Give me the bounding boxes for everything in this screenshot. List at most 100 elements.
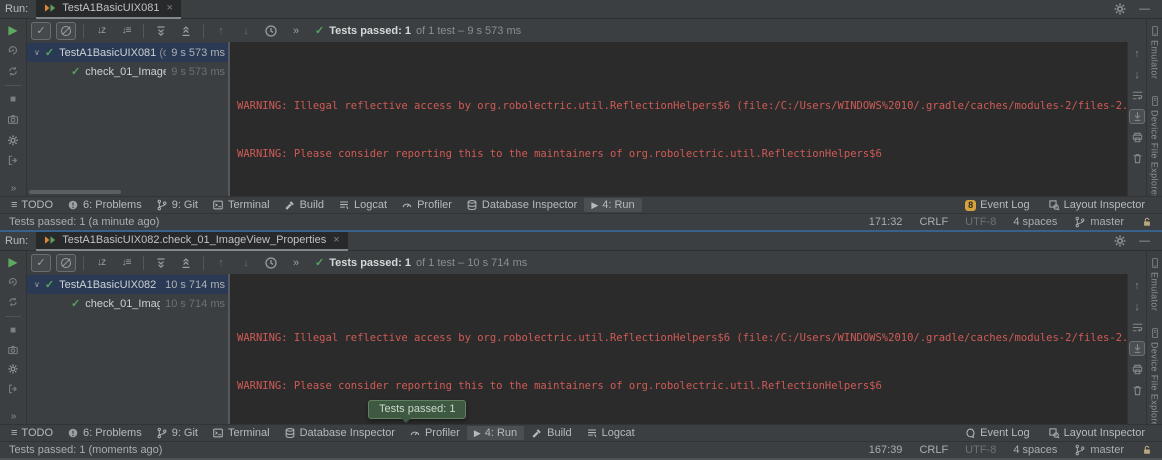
toolwindow-button-terminal[interactable]: Terminal — [205, 198, 277, 212]
toolwindow-tab-emulator[interactable]: Emulator — [1149, 25, 1161, 79]
sort-by-duration-button[interactable]: ↓≡ — [116, 22, 136, 40]
show-ignored-button[interactable] — [56, 22, 76, 40]
line-separator[interactable]: CRLF — [919, 444, 948, 456]
git-branch-widget[interactable]: master — [1074, 444, 1124, 456]
rerun-tests-button[interactable]: ▶ — [8, 24, 17, 36]
test-tree-root-row[interactable]: ∨ ✓ TestA1BasicUIX082 (org.aplas.basica … — [27, 275, 228, 294]
clear-all-button[interactable] — [1129, 151, 1145, 166]
file-encoding[interactable]: UTF-8 — [965, 216, 996, 228]
tree-horizontal-scrollbar[interactable] — [29, 190, 121, 194]
toolwindow-button-build[interactable]: Build — [524, 426, 578, 440]
toolwindow-tab-emulator[interactable]: Emulator — [1149, 257, 1161, 311]
test-tree-root-row[interactable]: ∨ ✓ TestA1BasicUIX081 (org.aplas.basica … — [27, 43, 228, 62]
next-failed-test-button[interactable]: ↓ — [236, 254, 256, 272]
toolwindow-button-problems[interactable]: 6: Problems — [60, 426, 149, 440]
minimize-icon[interactable]: — — [1139, 235, 1150, 247]
stop-icon[interactable]: ■ — [10, 94, 16, 105]
import-test-results-icon[interactable] — [6, 383, 20, 395]
lock-widget[interactable] — [1141, 444, 1153, 456]
toolwindow-button-terminal[interactable]: Terminal — [205, 426, 277, 440]
more-actions-chevrons-icon[interactable]: » — [286, 254, 306, 272]
rerun-tests-button[interactable]: ▶ — [8, 256, 17, 268]
indent-setting[interactable]: 4 spaces — [1013, 444, 1057, 456]
toolwindow-button-database-inspector[interactable]: Database Inspector — [459, 198, 584, 212]
line-separator[interactable]: CRLF — [919, 216, 948, 228]
sort-by-duration-button[interactable]: ↓≡ — [116, 254, 136, 272]
previous-failed-test-button[interactable]: ↑ — [211, 22, 231, 40]
expand-all-button[interactable] — [151, 22, 171, 40]
import-test-results-icon[interactable] — [6, 154, 20, 167]
toolwindow-tab-device-file-explorer[interactable]: Device File Explorer — [1149, 327, 1161, 431]
event-log-button[interactable]: Event Log — [957, 426, 1037, 440]
toolwindow-button-database-inspector[interactable]: Database Inspector — [277, 426, 402, 440]
layout-inspector-button[interactable]: Layout Inspector — [1041, 426, 1152, 440]
caret-position[interactable]: 171:32 — [869, 216, 903, 228]
toolwindow-button-run[interactable]: ▶4: Run — [467, 426, 524, 440]
console-output-1[interactable]: WARNING: Illegal reflective access by or… — [230, 42, 1127, 196]
scroll-down-icon[interactable]: ↓ — [1129, 67, 1145, 82]
toolwindow-button-logcat[interactable]: Logcat — [331, 198, 394, 212]
minimize-icon[interactable]: — — [1139, 3, 1150, 15]
toolwindow-button-profiler[interactable]: Profiler — [402, 426, 467, 440]
sort-alphabetically-button[interactable]: ↓z — [91, 22, 111, 40]
toolwindow-button-run[interactable]: ▶4: Run — [584, 198, 641, 212]
toolwindow-button-profiler[interactable]: Profiler — [394, 198, 459, 212]
chevron-down-icon[interactable]: ∨ — [34, 48, 40, 57]
test-settings-gear-icon[interactable] — [6, 363, 20, 375]
caret-position[interactable]: 167:39 — [869, 444, 903, 456]
rerun-failed-tests-icon[interactable] — [6, 44, 20, 57]
indent-setting[interactable]: 4 spaces — [1013, 216, 1057, 228]
lock-widget[interactable] — [1141, 216, 1153, 228]
print-button[interactable] — [1129, 362, 1145, 377]
clear-all-button[interactable] — [1129, 383, 1145, 398]
print-button[interactable] — [1129, 130, 1145, 145]
refresh-icon[interactable] — [6, 296, 20, 308]
rerun-failed-tests-icon[interactable] — [6, 276, 20, 288]
scroll-to-end-button[interactable] — [1129, 109, 1145, 124]
settings-gear-icon[interactable] — [1113, 234, 1127, 248]
collapse-all-button[interactable] — [176, 22, 196, 40]
console-output-2[interactable]: WARNING: Illegal reflective access by or… — [230, 274, 1127, 424]
test-tree-child-row[interactable]: ✓ check_01_Image_Resources 9 s 573 ms — [27, 62, 228, 81]
stop-icon[interactable]: ■ — [10, 325, 16, 336]
test-history-button[interactable] — [261, 254, 281, 272]
layout-inspector-button[interactable]: Layout Inspector — [1041, 198, 1152, 212]
show-passed-button[interactable]: ✓ — [31, 22, 51, 40]
soft-wrap-button[interactable] — [1129, 320, 1145, 335]
toolwindow-button-git[interactable]: 9: Git — [149, 198, 205, 212]
previous-failed-test-button[interactable]: ↑ — [211, 254, 231, 272]
chevron-down-icon[interactable]: ∨ — [34, 280, 40, 289]
toolwindow-button-todo[interactable]: ≡TODO — [4, 426, 60, 440]
toolwindow-button-todo[interactable]: ≡TODO — [4, 198, 60, 212]
scroll-down-icon[interactable]: ↓ — [1129, 299, 1145, 314]
toolwindow-button-problems[interactable]: 6: Problems — [60, 198, 149, 212]
hide-toolbar-chevrons-icon[interactable]: » — [11, 411, 16, 424]
test-tree-child-row[interactable]: ✓ check_01_ImageView_Properties 10 s 714… — [27, 294, 228, 313]
toolwindow-button-git[interactable]: 9: Git — [149, 426, 205, 440]
run-tab-testa1basicuix081[interactable]: TestA1BasicUIX081 × — [36, 0, 181, 19]
scroll-up-icon[interactable]: ↑ — [1129, 278, 1145, 293]
screenshot-camera-icon[interactable] — [6, 344, 20, 356]
test-settings-gear-icon[interactable] — [6, 134, 20, 147]
toolwindow-button-logcat[interactable]: Logcat — [579, 426, 642, 440]
settings-gear-icon[interactable] — [1113, 2, 1127, 16]
sort-alphabetically-button[interactable]: ↓z — [91, 254, 111, 272]
toolwindow-button-build[interactable]: Build — [277, 198, 331, 212]
screenshot-camera-icon[interactable] — [6, 113, 20, 126]
close-tab-icon[interactable]: × — [166, 2, 172, 14]
next-failed-test-button[interactable]: ↓ — [236, 22, 256, 40]
scroll-to-end-button[interactable] — [1129, 341, 1145, 356]
file-encoding[interactable]: UTF-8 — [965, 444, 996, 456]
event-log-button[interactable]: 8Event Log — [958, 198, 1037, 212]
refresh-icon[interactable] — [6, 65, 20, 78]
more-actions-chevrons-icon[interactable]: » — [286, 22, 306, 40]
run-tab-testa1basicuix082[interactable]: TestA1BasicUIX082.check_01_ImageView_Pro… — [36, 232, 347, 251]
git-branch-widget[interactable]: master — [1074, 216, 1124, 228]
show-ignored-button[interactable] — [56, 254, 76, 272]
soft-wrap-button[interactable] — [1129, 88, 1145, 103]
scroll-up-icon[interactable]: ↑ — [1129, 46, 1145, 61]
test-history-button[interactable] — [261, 22, 281, 40]
expand-all-button[interactable] — [151, 254, 171, 272]
collapse-all-button[interactable] — [176, 254, 196, 272]
toolwindow-tab-device-file-explorer[interactable]: Device File Explorer — [1149, 95, 1161, 199]
